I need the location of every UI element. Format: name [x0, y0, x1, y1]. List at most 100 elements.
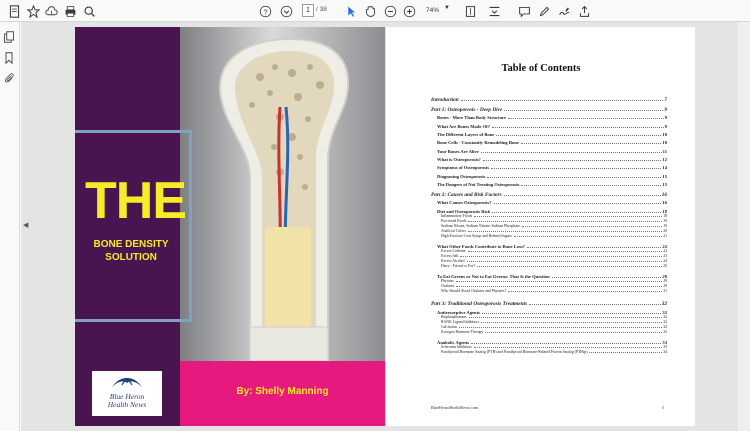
- toc-entry[interactable]: Estrogen Hormone Therapy 32: [431, 330, 667, 334]
- toc-entry-title: Calcitonin: [441, 324, 457, 329]
- cover-subtitle-line2: SOLUTION: [105, 252, 157, 263]
- toc-entry-title: The Different Layers of Bone: [437, 132, 495, 137]
- toc-leader-dots: [508, 117, 664, 120]
- toc-entry[interactable]: Diagnosing Osteoporosis 15: [431, 174, 667, 179]
- cover-subtitle: BONE DENSITY SOLUTION: [81, 238, 181, 264]
- toc-entry[interactable]: High Fructose Corn Syrup and Refined Sug…: [431, 234, 667, 238]
- toc-entry-page: 11: [662, 148, 667, 154]
- toc-entry-title: Dairy - Friend or Foe?: [441, 263, 476, 268]
- share-icon[interactable]: [576, 3, 592, 19]
- left-sidebar: [0, 22, 20, 431]
- toc-entry-page: 9: [664, 123, 667, 129]
- toc-entry-page: 34: [663, 349, 667, 354]
- toc-leader-dots: [482, 159, 662, 161]
- toc-entry-title: Part 3: Traditional Osteoporosis Treatme…: [431, 301, 528, 308]
- toc-entry-page: 32: [663, 324, 667, 329]
- hand-tool-icon[interactable]: [362, 3, 378, 19]
- star-icon[interactable]: [25, 3, 41, 19]
- toc-entry[interactable]: The Different Layers of Bone 10: [431, 132, 667, 137]
- toc-entry[interactable]: Who Should Avoid Oxalates and Phytates? 3…: [431, 289, 667, 293]
- toc-entry[interactable]: The Dangers of Not Treating Osteoporosis…: [431, 182, 667, 187]
- cover-subtitle-line1: BONE DENSITY: [93, 239, 169, 250]
- toc-entry[interactable]: Oxalates 29: [431, 284, 667, 288]
- toc-entry[interactable]: Sodium Nitrate, Sodium Nitrate, Sodium P…: [431, 224, 667, 228]
- toc-entry[interactable]: Sclerostin Inhibitors 33: [431, 345, 667, 349]
- toc-entry[interactable]: Bone Cells - Constantly Remodeling Bone 1…: [431, 140, 667, 145]
- toc-entry[interactable]: What is Osteoporosis? 12: [431, 157, 667, 162]
- toc-entry[interactable]: Introduction 7: [431, 97, 667, 103]
- toc-entry-title: Estrogen Hormone Therapy: [441, 329, 484, 334]
- comment-icon[interactable]: [516, 3, 532, 19]
- toc-entry-title: Processed Foods: [441, 218, 467, 223]
- toc-leader-dots: [474, 215, 663, 217]
- toc-entry-title: Part 2: Causes and Risk Factors: [431, 191, 502, 198]
- toc-heading: Table of Contents: [501, 63, 581, 74]
- toc-entry-page: 9: [664, 107, 667, 114]
- select-cursor-icon[interactable]: [343, 3, 359, 19]
- toc-entry-page: 23: [663, 253, 667, 258]
- toc-leader-dots: [520, 142, 662, 145]
- pdf-toolbar: ? 1 / 38 74% ▼: [0, 0, 750, 22]
- toc-leader-dots: [471, 342, 662, 344]
- toc-entry[interactable]: Bisphosphonates 32: [431, 315, 667, 319]
- toc-entry[interactable]: Phytates 29: [431, 279, 667, 283]
- toc-entry-title: Sodium Nitrate, Sodium Nitrate, Sodium P…: [441, 223, 520, 228]
- toc-entry[interactable]: Dairy - Friend or Foe? 25: [431, 264, 667, 268]
- toc-leader-dots: [468, 316, 663, 318]
- toc-entry[interactable]: What Are Bones Made Of? 9: [431, 124, 667, 129]
- search-icon[interactable]: [81, 3, 97, 19]
- zoom-in-icon[interactable]: [401, 3, 417, 19]
- page-number-input[interactable]: 1: [302, 4, 314, 17]
- toc-entry-page: 15: [662, 173, 667, 179]
- toc-leader-dots: [551, 276, 662, 279]
- toc-entry[interactable]: Symptoms of Osteoporosis 14: [431, 165, 667, 170]
- print-icon[interactable]: [62, 3, 78, 19]
- pen-icon[interactable]: [536, 3, 552, 19]
- toc-leader-dots: [480, 151, 662, 153]
- fit-page-icon[interactable]: [462, 3, 478, 19]
- toc-entry[interactable]: What Causes Osteoporosis? 16: [431, 200, 667, 205]
- toc-entry-page: 32: [661, 301, 667, 308]
- vertical-scrollbar[interactable]: [738, 22, 750, 431]
- toc-footer-page: 5: [662, 405, 665, 410]
- toc-entry[interactable]: Your Bones Are Alive 11: [431, 149, 667, 154]
- toc-entry-title: Your Bones Are Alive: [437, 148, 479, 154]
- zoom-out-icon[interactable]: [382, 3, 398, 19]
- pages-icon[interactable]: [3, 30, 17, 44]
- toc-entry[interactable]: Excess Alcohol 24: [431, 259, 667, 263]
- toc-entry[interactable]: Part 3: Traditional Osteoporosis Treatme…: [431, 301, 667, 307]
- help-icon[interactable]: ?: [257, 3, 273, 19]
- toc-entry[interactable]: Excess Caffeine 22: [431, 249, 667, 253]
- upload-cloud-icon[interactable]: [43, 3, 59, 19]
- toc-leader-dots: [481, 321, 663, 323]
- toc-entry-title: RANK Ligand Inhibitors: [441, 319, 480, 324]
- toc-entry[interactable]: Inflammatory Foods 18: [431, 214, 667, 218]
- attachment-icon[interactable]: [3, 71, 17, 85]
- toc-leader-dots: [481, 312, 662, 314]
- toc-entry[interactable]: Excess Salt 23: [431, 254, 667, 258]
- page-icon[interactable]: [6, 3, 22, 19]
- toc-entry-page: 29: [663, 279, 667, 284]
- toc-entry-page: 10: [662, 140, 667, 146]
- toc-entry-title: What Are Bones Made Of?: [437, 123, 490, 129]
- bookmark-icon[interactable]: [3, 51, 17, 65]
- toc-entry-title: Excess Salt: [441, 253, 459, 258]
- toc-entry[interactable]: Processed Foods 19: [431, 219, 667, 223]
- toc-entry-title: What is Osteoporosis?: [437, 156, 481, 162]
- sign-icon[interactable]: [556, 3, 572, 19]
- next-page-icon[interactable]: [278, 3, 294, 19]
- toc-entry[interactable]: Parathyroid Hormone Analog (PTH) and Par…: [431, 350, 667, 354]
- cover-author: By: Shelly Manning: [236, 386, 329, 397]
- chevron-down-icon[interactable]: ▼: [444, 5, 450, 11]
- toc-entry[interactable]: Part 1: Osteoporosis - Deep Dive 9: [431, 107, 667, 113]
- toc-entry-page: 19: [663, 223, 667, 228]
- toc-entry[interactable]: Calcitonin 32: [431, 325, 667, 329]
- collapse-sidebar-icon[interactable]: ◀: [23, 221, 28, 229]
- toc-entry-page: 9: [664, 115, 667, 121]
- scroll-mode-icon[interactable]: [486, 3, 502, 19]
- toc-leader-dots: [460, 255, 663, 257]
- toc-entry[interactable]: Part 2: Causes and Risk Factors 16: [431, 192, 667, 198]
- toc-entry[interactable]: RANK Ligand Inhibitors 32: [431, 320, 667, 324]
- toc-entry[interactable]: Bones - More Than Body Structure 9: [431, 115, 667, 120]
- toc-entry[interactable]: Artificial Colors 20: [431, 229, 667, 233]
